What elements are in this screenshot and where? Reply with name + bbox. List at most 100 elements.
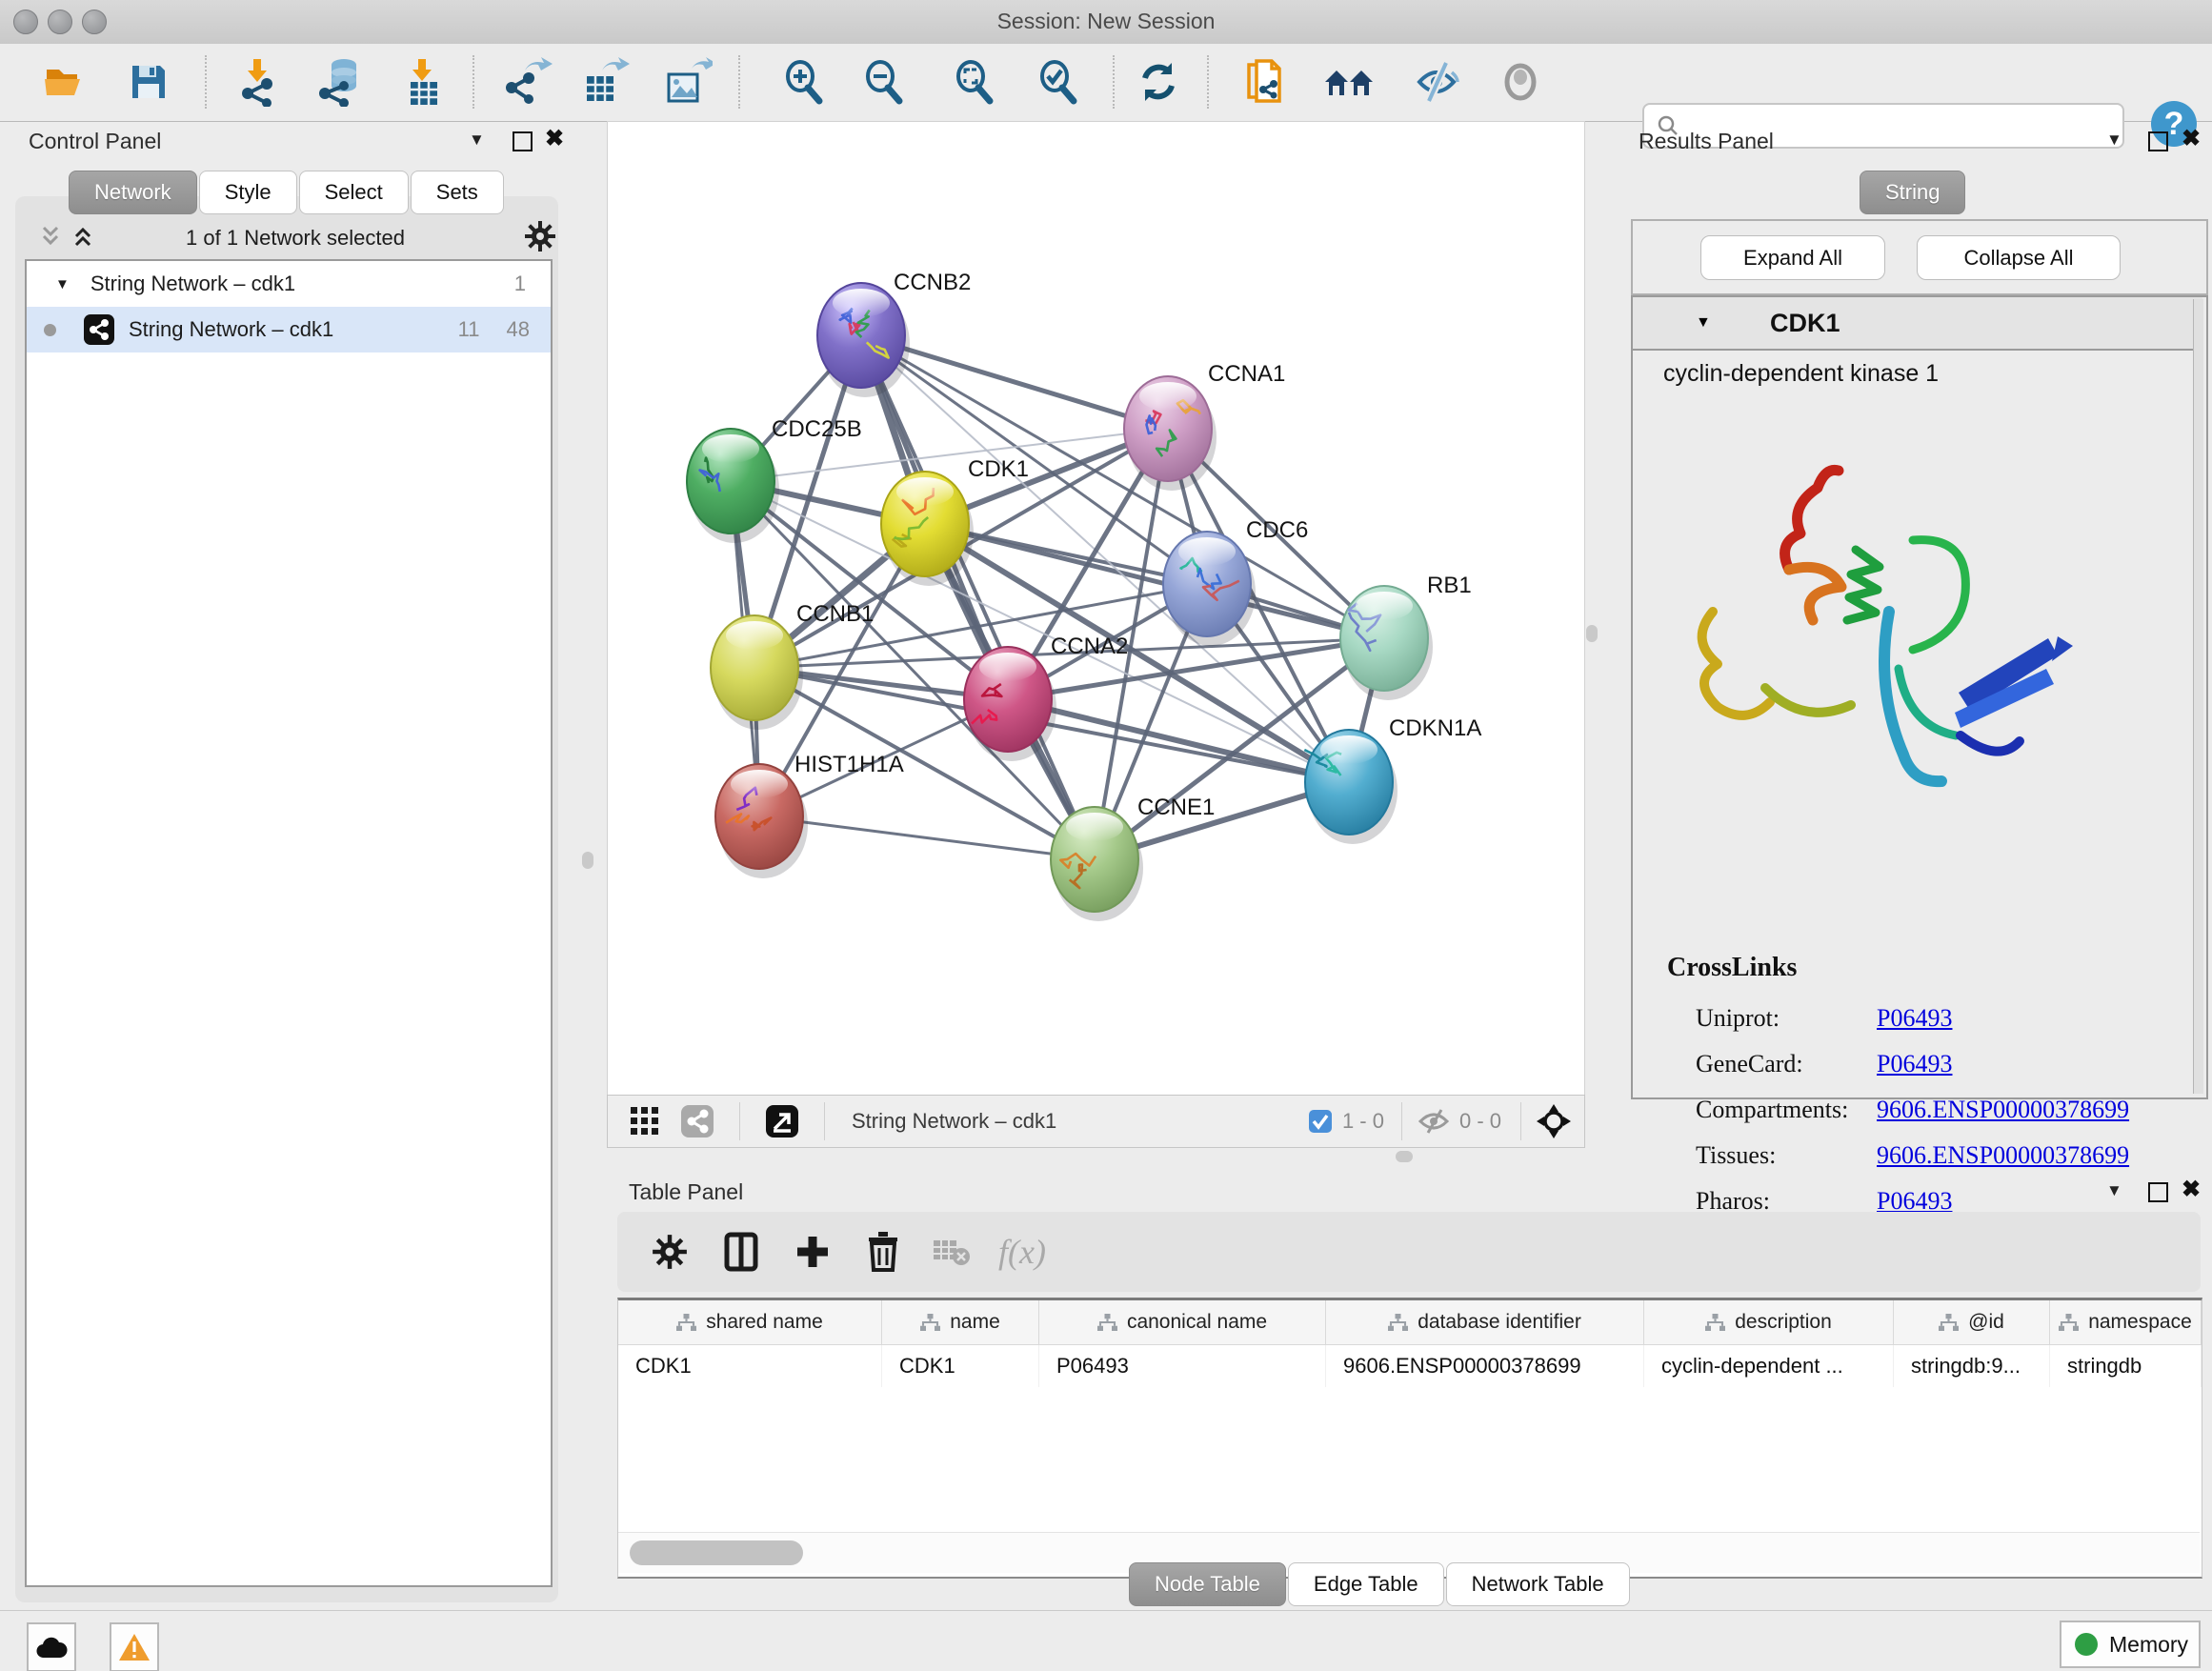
memory-button[interactable]: Memory bbox=[2060, 1621, 2201, 1668]
column-header-shared-name[interactable]: shared name bbox=[618, 1300, 882, 1345]
toggle-view-button[interactable] bbox=[1494, 55, 1547, 109]
node-CCNB2[interactable] bbox=[817, 283, 910, 397]
column-header-database-identifier[interactable]: database identifier bbox=[1326, 1300, 1644, 1345]
export-table-button[interactable] bbox=[579, 55, 633, 109]
bottom-splitter-handle[interactable] bbox=[1396, 1151, 1413, 1162]
import-table-button[interactable] bbox=[397, 55, 451, 109]
crosslink-link-tissues-[interactable]: 9606.ENSP00000378699 bbox=[1877, 1141, 2129, 1170]
node-CCNA1[interactable] bbox=[1124, 376, 1217, 491]
show-all-panels-button[interactable] bbox=[1322, 55, 1376, 109]
expand-all-button[interactable]: Expand All bbox=[1700, 235, 1885, 280]
zoom-out-button[interactable] bbox=[857, 55, 911, 109]
node-CDC6[interactable] bbox=[1163, 532, 1256, 646]
tab-string[interactable]: String bbox=[1860, 171, 1965, 214]
crosslink-label: Tissues: bbox=[1696, 1141, 1877, 1170]
tab-sets[interactable]: Sets bbox=[411, 171, 504, 214]
results-scrollbar[interactable] bbox=[2193, 299, 2203, 1094]
control-panel-undock-button[interactable] bbox=[513, 131, 533, 151]
network-options-button[interactable] bbox=[524, 220, 556, 252]
column-header-namespace[interactable]: namespace bbox=[2050, 1300, 2202, 1345]
right-splitter-handle[interactable] bbox=[1586, 625, 1598, 642]
crosslink-link-uniprot-[interactable]: P06493 bbox=[1877, 1004, 1952, 1033]
zoom-in-button[interactable] bbox=[777, 55, 831, 109]
export-network-button[interactable] bbox=[502, 55, 555, 109]
delete-table-icon[interactable] bbox=[932, 1237, 970, 1267]
delete-column-trash-icon[interactable] bbox=[867, 1232, 899, 1272]
network-collection-row[interactable]: ▼ String Network – cdk1 1 bbox=[27, 261, 551, 307]
table-settings-gear-icon[interactable] bbox=[652, 1234, 688, 1270]
open-session-button[interactable] bbox=[37, 55, 90, 109]
tab-select[interactable]: Select bbox=[299, 171, 409, 214]
control-panel-close-button[interactable]: ✖ bbox=[545, 125, 564, 152]
clone-network-button[interactable] bbox=[1239, 55, 1293, 109]
add-column-plus-icon[interactable] bbox=[794, 1234, 831, 1270]
results-panel-close-button[interactable]: ✖ bbox=[2182, 125, 2201, 152]
collapse-all-networks-button[interactable] bbox=[36, 222, 65, 251]
save-session-button[interactable] bbox=[122, 55, 175, 109]
open-external-icon[interactable] bbox=[765, 1104, 799, 1138]
results-panel-float-button[interactable]: ▼ bbox=[2106, 131, 2122, 150]
tab-style[interactable]: Style bbox=[199, 171, 297, 214]
toggle-columns-icon[interactable] bbox=[724, 1232, 758, 1272]
table-panel-close-button[interactable]: ✖ bbox=[2182, 1176, 2201, 1203]
node-label-CDC25B: CDC25B bbox=[772, 416, 862, 442]
warning-status-button[interactable] bbox=[110, 1622, 159, 1671]
grid-view-icon[interactable] bbox=[631, 1107, 659, 1136]
crosslink-link-genecard-[interactable]: P06493 bbox=[1877, 1050, 1952, 1078]
scrollbar-thumb[interactable] bbox=[630, 1540, 803, 1565]
birdseye-icon[interactable] bbox=[1535, 1102, 1573, 1140]
zoom-out-icon bbox=[860, 58, 908, 106]
node-RB1[interactable] bbox=[1340, 586, 1433, 700]
refresh-button[interactable] bbox=[1132, 55, 1185, 109]
collapse-all-button[interactable]: Collapse All bbox=[1917, 235, 2121, 280]
tab-node-table[interactable]: Node Table bbox=[1129, 1562, 1286, 1606]
tree-expand-triangle-icon[interactable]: ▼ bbox=[55, 276, 70, 292]
zoom-selected-button[interactable] bbox=[1032, 55, 1085, 109]
table-panel-undock-button[interactable] bbox=[2148, 1182, 2168, 1202]
edge-CDK1-RB1[interactable] bbox=[925, 524, 1384, 638]
hidden-eye-icon[interactable] bbox=[1418, 1108, 1450, 1135]
tab-edge-table[interactable]: Edge Table bbox=[1288, 1562, 1444, 1606]
expand-all-networks-button[interactable] bbox=[69, 222, 97, 251]
results-panel-undock-button[interactable] bbox=[2148, 131, 2168, 151]
column-label: canonical name bbox=[1127, 1311, 1267, 1334]
edge-CCNE1-HIST1H1A[interactable] bbox=[759, 816, 1095, 859]
node-CCNB1[interactable] bbox=[711, 615, 803, 730]
table-panel-float-button[interactable]: ▼ bbox=[2106, 1181, 2122, 1200]
cloud-status-button[interactable] bbox=[27, 1622, 76, 1671]
node-HIST1H1A[interactable] bbox=[715, 764, 808, 878]
crosslink-link-compartments-[interactable]: 9606.ENSP00000378699 bbox=[1877, 1096, 2129, 1124]
zoom-fit-button[interactable] bbox=[948, 55, 1001, 109]
memory-status-dot bbox=[2075, 1633, 2098, 1656]
crosslinks-title: CrossLinks bbox=[1667, 953, 1797, 983]
control-panel-title: Control Panel bbox=[29, 129, 161, 154]
hide-panels-button[interactable] bbox=[1411, 55, 1464, 109]
node-CDC25B[interactable] bbox=[687, 429, 779, 543]
crosslink-row: GeneCard:P06493 bbox=[1696, 1050, 2191, 1078]
column-header-canonical-name[interactable]: canonical name bbox=[1039, 1300, 1326, 1345]
node-CCNE1[interactable] bbox=[1051, 807, 1143, 921]
node-CCNA2[interactable] bbox=[964, 647, 1056, 761]
column-header--id[interactable]: @id bbox=[1894, 1300, 2050, 1345]
tab-network[interactable]: Network bbox=[69, 171, 197, 214]
network-view-canvas[interactable]: CCNB2CCNA1CDC25BCDK1CDC6RB1CCNB1CCNA2CDK… bbox=[607, 121, 1585, 1097]
share-network-icon[interactable] bbox=[680, 1104, 714, 1138]
table-row[interactable]: CDK1CDK1P064939606.ENSP00000378699cyclin… bbox=[618, 1345, 2202, 1387]
edge-CCNB2-CCNE1[interactable] bbox=[861, 335, 1095, 859]
section-collapse-triangle-icon[interactable]: ▼ bbox=[1696, 314, 1711, 332]
gene-section-header[interactable]: ▼ CDK1 bbox=[1633, 297, 2202, 351]
node-CDKN1A[interactable] bbox=[1304, 730, 1398, 844]
control-panel-float-button[interactable]: ▼ bbox=[469, 131, 485, 150]
network-row[interactable]: String Network – cdk1 11 48 bbox=[27, 307, 551, 352]
tab-network-table[interactable]: Network Table bbox=[1446, 1562, 1630, 1606]
export-image-button[interactable] bbox=[661, 55, 714, 109]
function-builder-button[interactable]: f(x) bbox=[998, 1232, 1046, 1272]
import-network-from-database-button[interactable] bbox=[313, 55, 367, 109]
node-CDK1[interactable] bbox=[881, 472, 974, 586]
import-network-button[interactable] bbox=[231, 55, 285, 109]
column-header-description[interactable]: description bbox=[1644, 1300, 1894, 1345]
selected-checkbox[interactable] bbox=[1308, 1109, 1333, 1134]
node-label-CCNB1: CCNB1 bbox=[796, 601, 874, 627]
left-splitter-handle[interactable] bbox=[582, 852, 593, 869]
column-header-name[interactable]: name bbox=[882, 1300, 1039, 1345]
